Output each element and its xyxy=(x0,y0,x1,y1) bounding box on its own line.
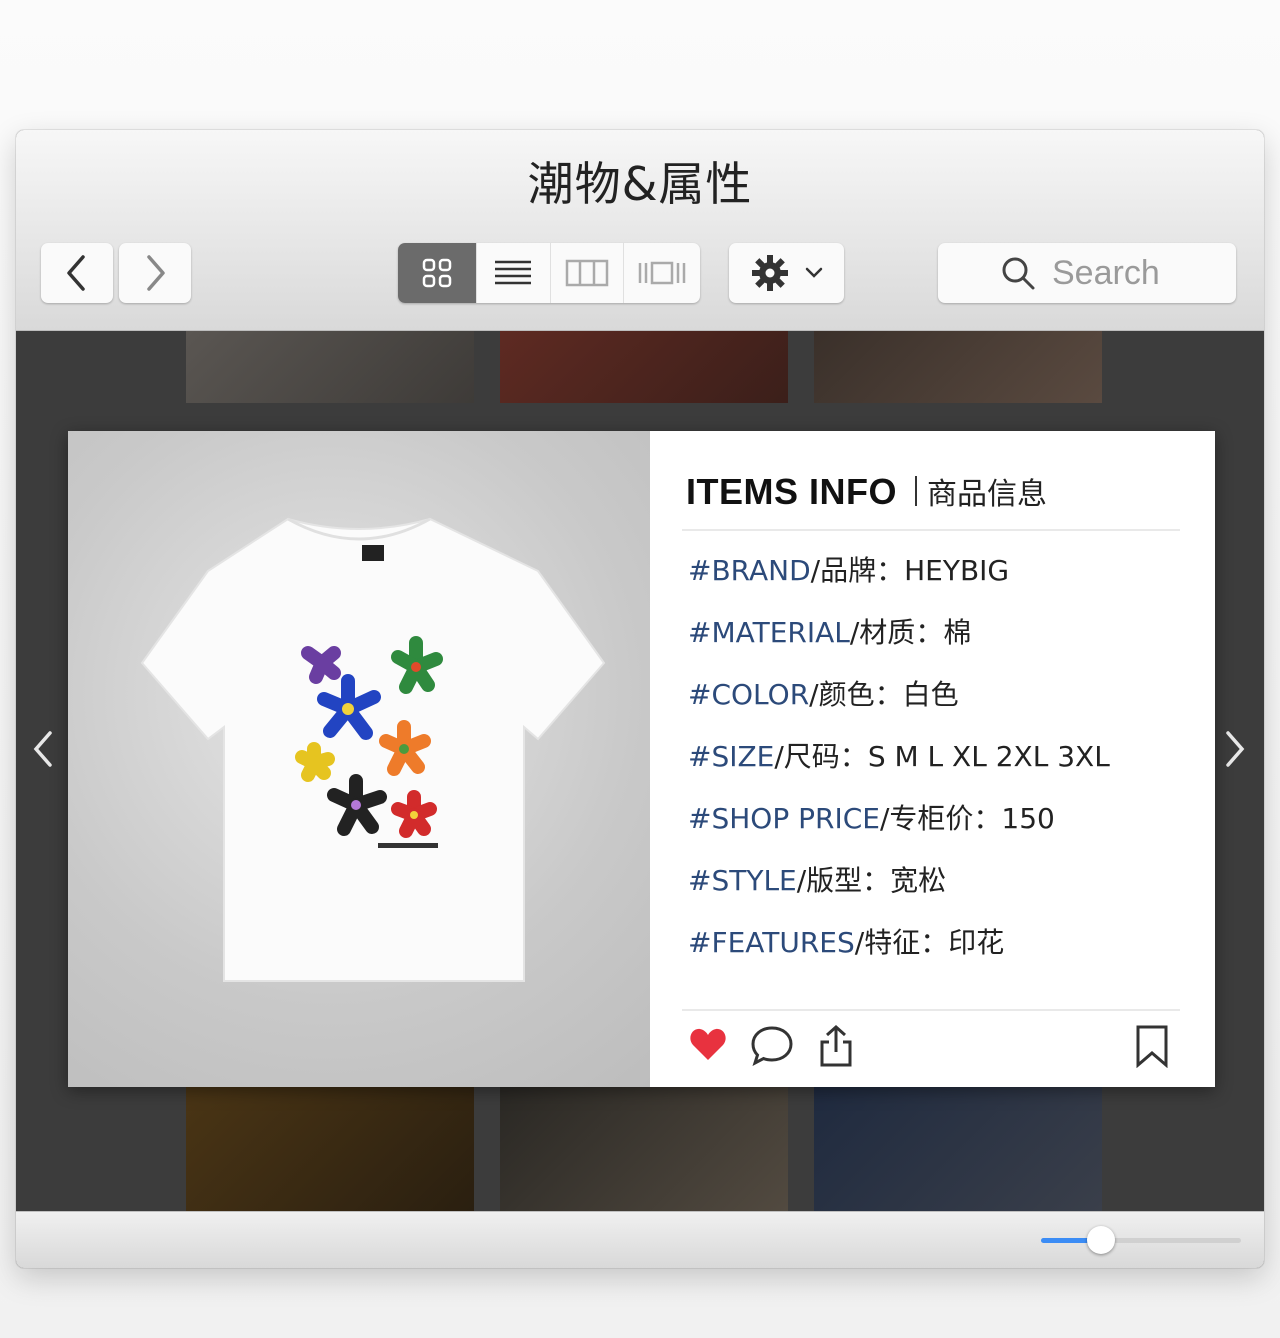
info-title-en: ITEMS INFO xyxy=(686,471,897,512)
thumbnail[interactable] xyxy=(814,1087,1102,1211)
attribute-value: 棉 xyxy=(943,616,972,649)
coverflow-view-icon xyxy=(638,261,686,285)
view-mode-segmented xyxy=(398,243,700,303)
info-header: ITEMS INFO 商品信息 xyxy=(686,469,1047,513)
comment-button[interactable] xyxy=(750,1024,794,1071)
attribute-row-price: #SHOP PRICE/专柜价：150 xyxy=(688,797,1110,859)
attribute-key: #STYLE xyxy=(688,864,797,897)
attribute-value: 印花 xyxy=(948,926,1005,959)
column-view-icon xyxy=(565,259,608,287)
back-button[interactable] xyxy=(41,243,113,303)
zoom-slider[interactable] xyxy=(1041,1226,1241,1254)
grid-view-icon xyxy=(422,258,452,288)
attribute-row-color: #COLOR/颜色：白色 xyxy=(688,673,1110,735)
search-icon xyxy=(1002,257,1035,290)
grid-view-button[interactable] xyxy=(398,243,478,303)
coverflow-view-button[interactable] xyxy=(624,243,700,303)
attribute-value: 150 xyxy=(1001,802,1055,835)
attribute-label: /品牌： xyxy=(810,554,905,587)
attribute-value: 宽松 xyxy=(890,864,947,897)
status-bar xyxy=(16,1211,1264,1268)
bookmark-button[interactable] xyxy=(1134,1024,1170,1073)
app-window: 潮物&属性 Search ITEMS INFO 商品信息 #BRAND/品牌：H… xyxy=(16,130,1264,1268)
attribute-label: /版型： xyxy=(796,864,891,897)
thumbnail[interactable] xyxy=(186,1087,474,1211)
settings-button[interactable] xyxy=(729,243,844,303)
attribute-row-style: #STYLE/版型：宽松 xyxy=(688,859,1110,921)
info-title-cn: 商品信息 xyxy=(927,477,1047,512)
attribute-list: #BRAND/品牌：HEYBIG #MATERIAL/材质：棉 #COLOR/颜… xyxy=(688,549,1110,983)
gear-icon xyxy=(751,255,788,291)
thumbnail[interactable] xyxy=(500,1087,788,1211)
attribute-label: /特征： xyxy=(854,926,949,959)
chevron-right-icon xyxy=(147,255,165,291)
item-info-card: ITEMS INFO 商品信息 #BRAND/品牌：HEYBIG #MATERI… xyxy=(68,431,1215,1087)
thumbnail[interactable] xyxy=(186,331,474,403)
list-view-icon xyxy=(495,260,532,285)
thumbnail[interactable] xyxy=(500,331,788,403)
attribute-value: HEYBIG xyxy=(904,554,1010,587)
attribute-label: /专柜价： xyxy=(879,802,1002,835)
attribute-key: #BRAND xyxy=(688,554,811,587)
attribute-label: /尺码： xyxy=(774,740,868,773)
heart-icon xyxy=(690,1028,726,1060)
bookmark-icon xyxy=(1136,1025,1168,1069)
tshirt-image xyxy=(140,517,606,982)
window-title: 潮物&属性 xyxy=(527,157,753,211)
item-info-panel: ITEMS INFO 商品信息 #BRAND/品牌：HEYBIG #MATERI… xyxy=(650,431,1215,1087)
footer-divider xyxy=(682,1009,1180,1011)
product-photo xyxy=(68,431,650,1087)
chevron-down-icon xyxy=(805,267,822,278)
toolbar: 潮物&属性 xyxy=(16,130,1264,331)
share-button[interactable] xyxy=(816,1024,856,1073)
action-bar xyxy=(688,1024,1174,1074)
attribute-key: #SIZE xyxy=(688,740,775,773)
attribute-value: S M L XL 2XL 3XL xyxy=(867,740,1110,773)
header-divider xyxy=(682,529,1180,531)
attribute-row-brand: #BRAND/品牌：HEYBIG xyxy=(688,549,1110,611)
search-field[interactable] xyxy=(938,243,1236,303)
thumbnail[interactable] xyxy=(814,331,1102,403)
search-input[interactable] xyxy=(1050,252,1174,294)
share-icon xyxy=(820,1024,852,1067)
attribute-row-features: #FEATURES/特征：印花 xyxy=(688,921,1110,983)
previous-arrow-icon[interactable] xyxy=(30,729,56,769)
attribute-row-size: #SIZE/尺码：S M L XL 2XL 3XL xyxy=(688,735,1110,797)
attribute-row-material: #MATERIAL/材质：棉 xyxy=(688,611,1110,673)
column-view-button[interactable] xyxy=(551,243,624,303)
attribute-label: /材质： xyxy=(849,616,944,649)
chevron-left-icon xyxy=(67,255,85,291)
attribute-key: #FEATURES xyxy=(688,926,855,959)
attribute-label: /颜色： xyxy=(809,678,903,711)
like-button[interactable] xyxy=(688,1024,728,1069)
next-arrow-icon[interactable] xyxy=(1222,729,1248,769)
gallery-area: ITEMS INFO 商品信息 #BRAND/品牌：HEYBIG #MATERI… xyxy=(16,331,1264,1211)
forward-button[interactable] xyxy=(119,243,191,303)
attribute-key: #COLOR xyxy=(688,678,810,711)
comment-icon xyxy=(751,1026,793,1067)
attribute-key: #SHOP PRICE xyxy=(688,802,880,835)
title-divider xyxy=(915,476,917,506)
zoom-slider-knob[interactable] xyxy=(1087,1226,1115,1254)
attribute-key: #MATERIAL xyxy=(688,616,850,649)
list-view-button[interactable] xyxy=(477,243,551,303)
attribute-value: 白色 xyxy=(902,678,959,711)
